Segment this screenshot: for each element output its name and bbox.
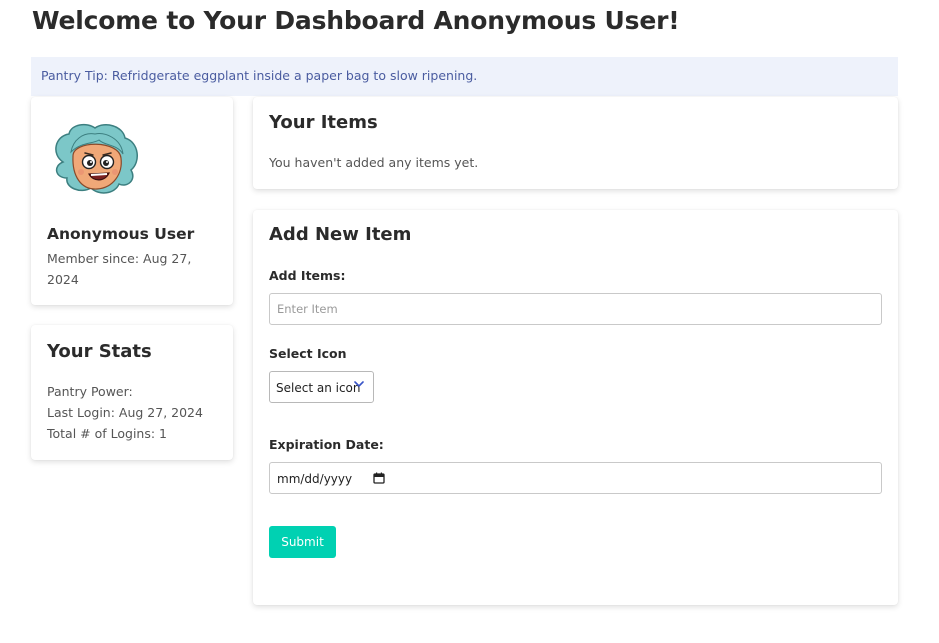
expiration-date-input[interactable]: mm/dd/yyyy — [269, 462, 882, 494]
item-name-input[interactable] — [269, 293, 882, 325]
pantry-tip-text: Pantry Tip: Refridgerate eggplant inside… — [41, 68, 478, 83]
expiration-date-label: Expiration Date: — [269, 437, 384, 452]
page-title: Welcome to Your Dashboard Anonymous User… — [32, 6, 680, 35]
icon-select-value: Select an icon — [276, 381, 361, 395]
icon-select[interactable]: Select an icon — [269, 371, 374, 403]
items-empty-message: You haven't added any items yet. — [269, 155, 479, 170]
profile-card: Anonymous User Member since: Aug 27, 202… — [31, 97, 233, 305]
profile-name: Anonymous User — [47, 225, 195, 243]
calendar-icon[interactable] — [373, 472, 385, 484]
member-since: Member since: Aug 27, 2024 — [47, 251, 192, 287]
stats-title: Your Stats — [47, 341, 152, 362]
add-item-title: Add New Item — [269, 224, 412, 245]
your-items-card: Your Items You haven't added any items y… — [253, 97, 898, 189]
items-title: Your Items — [269, 112, 378, 133]
stat-total-logins: Total # of Logins: 1 — [47, 426, 168, 441]
submit-button[interactable]: Submit — [269, 526, 336, 558]
stat-last-login: Last Login: Aug 27, 2024 — [47, 405, 203, 420]
stat-pantry-power: Pantry Power: — [47, 384, 133, 399]
stats-card: Your Stats Pantry Power: Last Login: Aug… — [31, 325, 233, 460]
select-icon-label: Select Icon — [269, 346, 347, 361]
avatar — [55, 123, 138, 194]
add-item-card: Add New Item Add Items: Select Icon Sele… — [253, 210, 898, 605]
pantry-tip-banner: Pantry Tip: Refridgerate eggplant inside… — [31, 57, 898, 96]
date-placeholder: mm/dd/yyyy — [277, 472, 353, 486]
chevron-down-icon — [354, 381, 364, 387]
add-items-label: Add Items: — [269, 268, 346, 283]
stats-list: Pantry Power: Last Login: Aug 27, 2024 T… — [47, 381, 203, 444]
